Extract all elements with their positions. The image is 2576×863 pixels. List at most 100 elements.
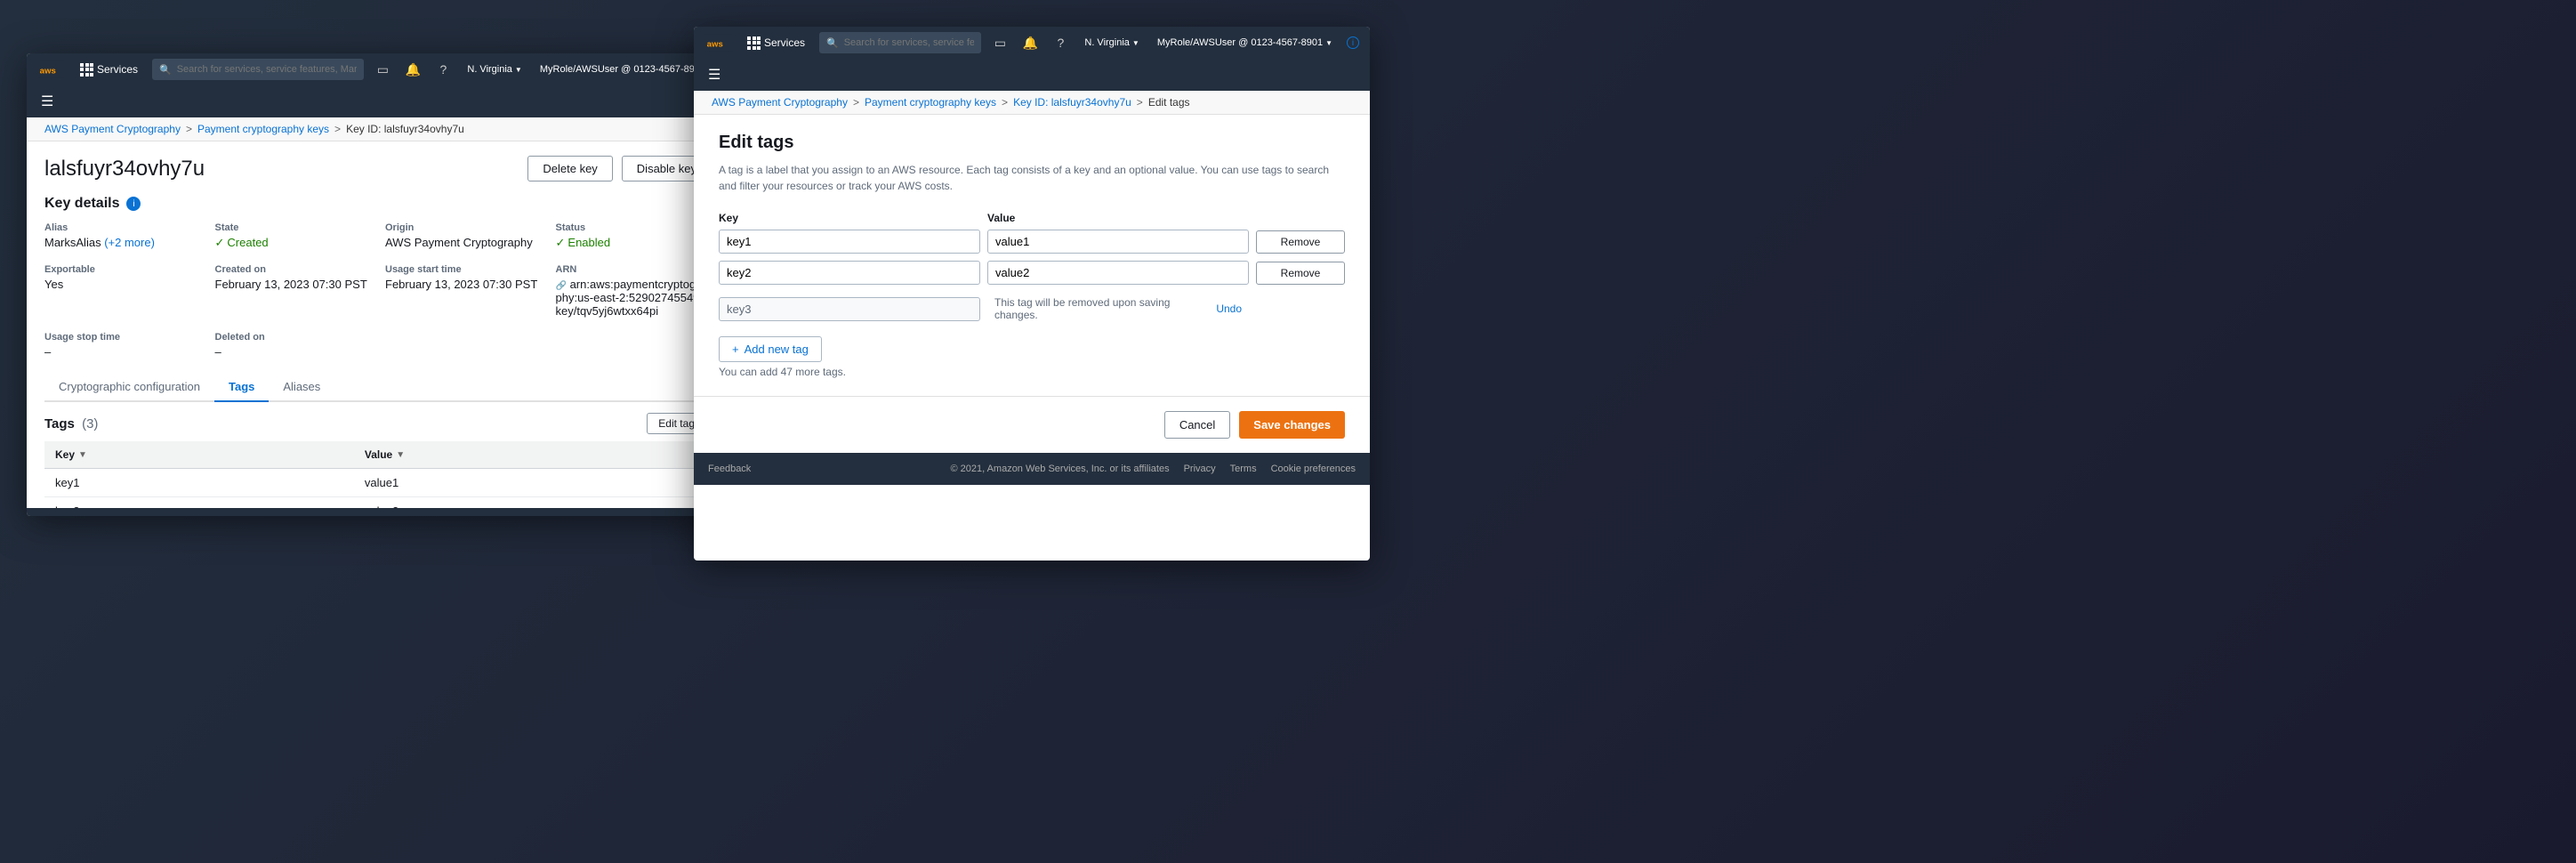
top-nav-main: aws Services 🔍 ▭ 🔔 ? N. Virginia ▼ bbox=[27, 53, 729, 85]
panel-info-icon[interactable]: i bbox=[1347, 36, 1359, 49]
save-changes-button[interactable]: Save changes bbox=[1239, 411, 1345, 439]
status-label: Status bbox=[556, 222, 712, 233]
search-input[interactable] bbox=[177, 64, 358, 75]
bell-icon[interactable]: 🔔 bbox=[403, 60, 423, 79]
tab-cryptographic[interactable]: Cryptographic configuration bbox=[44, 373, 214, 402]
alias-label: Alias bbox=[44, 222, 201, 233]
value-col-label: Value bbox=[365, 448, 392, 461]
svg-text:aws: aws bbox=[707, 39, 723, 49]
panel-breadcrumb-sep-1: > bbox=[853, 96, 859, 109]
panel-description: A tag is a label that you assign to an A… bbox=[719, 162, 1345, 194]
cancel-button[interactable]: Cancel bbox=[1164, 411, 1230, 439]
value-sort-icon: ▼ bbox=[396, 450, 405, 460]
services-menu-button[interactable]: Services bbox=[75, 61, 143, 78]
region-caret: ▼ bbox=[515, 66, 522, 74]
panel-region-selector[interactable]: N. Virginia ▼ bbox=[1081, 36, 1142, 50]
panel-secondary-nav: ☰ bbox=[694, 59, 1370, 91]
tag-value-input-2[interactable] bbox=[987, 261, 1249, 285]
delete-key-button[interactable]: Delete key bbox=[527, 156, 612, 181]
tag-row-3: This tag will be removed upon saving cha… bbox=[719, 292, 1345, 326]
panel-breadcrumb-service[interactable]: AWS Payment Cryptography bbox=[712, 96, 848, 109]
panel-breadcrumb-section[interactable]: Payment cryptography keys bbox=[865, 96, 996, 109]
key-sort-header[interactable]: Key ▼ bbox=[55, 448, 343, 461]
services-label: Services bbox=[97, 63, 138, 76]
tags-title: Tags (3) bbox=[44, 416, 98, 432]
help-icon[interactable]: ? bbox=[433, 60, 453, 79]
panel-footer-actions: Cancel Save changes bbox=[694, 396, 1370, 453]
panel-bell-icon[interactable]: 🔔 bbox=[1020, 33, 1040, 52]
breadcrumb-main: AWS Payment Cryptography > Payment crypt… bbox=[27, 117, 729, 141]
form-value-header: Value bbox=[987, 212, 1249, 224]
tag-remove-button-1[interactable]: Remove bbox=[1256, 230, 1345, 254]
region-selector[interactable]: N. Virginia ▼ bbox=[463, 62, 525, 77]
secondary-nav-main: ☰ bbox=[27, 85, 729, 117]
aws-logo-panel[interactable]: aws bbox=[704, 34, 733, 52]
aws-logo[interactable]: aws bbox=[37, 60, 66, 78]
panel-account-selector[interactable]: MyRole/AWSUser @ 0123-4567-8901 ▼ bbox=[1154, 36, 1336, 50]
panel-breadcrumb-current: Edit tags bbox=[1148, 96, 1190, 109]
panel-services-button[interactable]: Services bbox=[742, 35, 810, 52]
alias-extra[interactable]: (+2 more) bbox=[104, 236, 155, 249]
tag-key-input-2[interactable] bbox=[719, 261, 980, 285]
page-title-row: lalsfuyr34ovhy7u Delete key Disable key bbox=[44, 156, 712, 181]
alias-text: MarksAlias bbox=[44, 236, 101, 249]
tag-key-input-1[interactable] bbox=[719, 230, 980, 254]
grid-icon bbox=[80, 63, 93, 77]
table-row: key2 value2 bbox=[44, 497, 712, 509]
key-details-title: Key details bbox=[44, 196, 119, 212]
deleted-on-field: Deleted on – bbox=[215, 332, 372, 359]
value-sort-header[interactable]: Value ▼ bbox=[365, 448, 701, 461]
key-details-info-icon[interactable]: i bbox=[126, 197, 141, 211]
tags-title-text: Tags bbox=[44, 416, 75, 432]
breadcrumb-section[interactable]: Payment cryptography keys bbox=[197, 123, 329, 135]
tag-remove-button-2[interactable]: Remove bbox=[1256, 262, 1345, 285]
tab-aliases-label: Aliases bbox=[283, 380, 320, 393]
exportable-field: Exportable Yes bbox=[44, 264, 201, 318]
tags-remaining: You can add 47 more tags. bbox=[719, 366, 1345, 378]
panel-footer-privacy[interactable]: Privacy bbox=[1184, 464, 1216, 474]
tab-tags-label: Tags bbox=[229, 380, 254, 393]
panel-breadcrumb-sep-2: > bbox=[1002, 96, 1008, 109]
search-bar[interactable]: 🔍 bbox=[152, 59, 364, 80]
form-action-header bbox=[1256, 212, 1345, 224]
breadcrumb-sep-1: > bbox=[186, 123, 192, 135]
created-on-value: February 13, 2023 07:30 PST bbox=[215, 278, 372, 291]
panel-footer: Feedback © 2021, Amazon Web Services, In… bbox=[694, 453, 1370, 485]
panel-footer-cookie[interactable]: Cookie preferences bbox=[1271, 464, 1356, 474]
account-selector[interactable]: MyRole/AWSUser @ 0123-4567-8901 ▼ bbox=[536, 62, 719, 77]
panel-services-label: Services bbox=[764, 36, 805, 49]
panel-footer-terms[interactable]: Terms bbox=[1230, 464, 1257, 474]
main-footer: Feedback © 2021, Amazon Web Services, In… bbox=[27, 508, 729, 516]
tab-aliases[interactable]: Aliases bbox=[269, 373, 334, 402]
panel-help-icon[interactable]: ? bbox=[1051, 33, 1070, 52]
created-on-label: Created on bbox=[215, 264, 372, 275]
breadcrumb-current: Key ID: lalsfuyr34ovhy7u bbox=[346, 123, 464, 135]
main-page-content: lalsfuyr34ovhy7u Delete key Disable key … bbox=[27, 141, 729, 508]
status-value: Enabled bbox=[556, 236, 712, 250]
key-sort-icon: ▼ bbox=[78, 450, 87, 460]
panel-account-label: MyRole/AWSUser @ 0123-4567-8901 bbox=[1157, 37, 1323, 48]
tags-table: Key ▼ Value ▼ key1 bbox=[44, 441, 712, 508]
arn-field: ARN 🔗 arn:aws:paymentcryptography:us-eas… bbox=[556, 264, 712, 318]
cloudshell-icon[interactable]: ▭ bbox=[373, 60, 392, 79]
arn-value: 🔗 arn:aws:paymentcryptography:us-east-2:… bbox=[556, 278, 712, 318]
tabs-bar: Cryptographic configuration Tags Aliases bbox=[44, 373, 712, 402]
tag-value-input-1[interactable] bbox=[987, 230, 1249, 254]
hamburger-icon[interactable]: ☰ bbox=[37, 89, 57, 114]
panel-search-input[interactable] bbox=[844, 37, 975, 48]
exportable-label: Exportable bbox=[44, 264, 201, 275]
breadcrumb-service[interactable]: AWS Payment Cryptography bbox=[44, 123, 181, 135]
col-key-header[interactable]: Key ▼ bbox=[44, 441, 354, 469]
panel-footer-feedback[interactable]: Feedback bbox=[708, 464, 751, 474]
panel-region-caret: ▼ bbox=[1132, 39, 1139, 47]
panel-search-bar[interactable]: 🔍 bbox=[819, 32, 981, 53]
panel-breadcrumb-sep-3: > bbox=[1137, 96, 1143, 109]
panel-hamburger-icon[interactable]: ☰ bbox=[704, 62, 724, 87]
panel-cloudshell-icon[interactable]: ▭ bbox=[990, 33, 1010, 52]
add-new-tag-button[interactable]: + Add new tag bbox=[719, 336, 822, 362]
tags-header-row: Tags (3) Edit tags bbox=[44, 413, 712, 434]
tab-tags[interactable]: Tags bbox=[214, 373, 269, 402]
col-value-header[interactable]: Value ▼ bbox=[354, 441, 712, 469]
panel-breadcrumb-key-id[interactable]: Key ID: lalsfuyr34ovhy7u bbox=[1013, 96, 1131, 109]
undo-link[interactable]: Undo bbox=[1216, 302, 1242, 315]
